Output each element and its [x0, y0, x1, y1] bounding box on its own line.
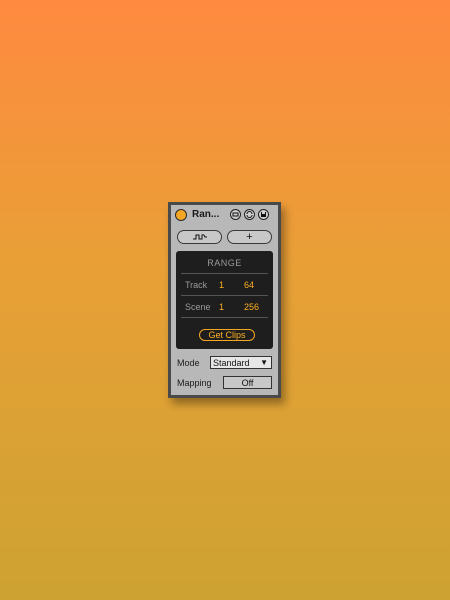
get-clips-button[interactable]: Get Clips	[199, 329, 255, 341]
add-button[interactable]: +	[227, 230, 272, 244]
hot-swap-icon[interactable]	[244, 209, 255, 220]
mapping-toggle[interactable]: Off	[223, 376, 272, 389]
track-to-value[interactable]: 64	[244, 280, 254, 290]
divider	[181, 273, 268, 274]
divider	[181, 295, 268, 296]
track-from-value[interactable]: 1	[219, 280, 224, 290]
range-panel: RANGE Track 1 64 Scene 1 256 Get Clips	[176, 251, 273, 349]
minimize-icon[interactable]	[230, 209, 241, 220]
scene-to-value[interactable]: 256	[244, 302, 259, 312]
midi-map-button[interactable]	[177, 230, 222, 244]
device-panel: Ran... + RANGE Track 1 64 Scene 1 256 Ge…	[168, 202, 281, 398]
mode-value: Standard	[213, 357, 250, 368]
divider	[181, 317, 268, 318]
chevron-down-icon: ▼	[260, 358, 268, 367]
device-title: Ran...	[192, 209, 220, 220]
scene-label: Scene	[185, 302, 211, 312]
device-title-bar: Ran...	[171, 205, 278, 225]
range-title: RANGE	[207, 258, 242, 268]
mode-label: Mode	[177, 358, 200, 368]
mode-select[interactable]: Standard ▼	[210, 356, 272, 369]
device-body: Ran... + RANGE Track 1 64 Scene 1 256 Ge…	[171, 205, 278, 395]
track-label: Track	[185, 280, 208, 290]
mapping-label: Mapping	[177, 378, 212, 388]
power-toggle[interactable]	[175, 209, 187, 221]
desktop-background: { "device": { "title": "Ran...", "power_…	[0, 0, 450, 600]
scene-from-value[interactable]: 1	[219, 302, 224, 312]
save-icon[interactable]	[258, 209, 269, 220]
mapping-icon	[192, 234, 207, 240]
